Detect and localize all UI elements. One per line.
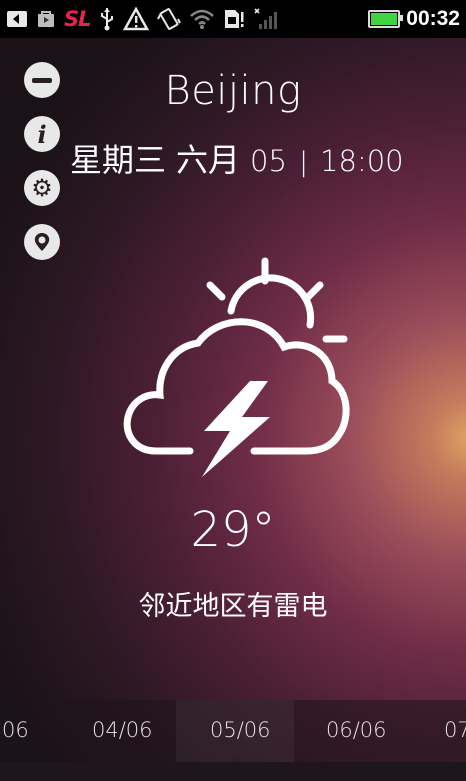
vibrate-icon xyxy=(156,0,181,38)
usb-back-icon xyxy=(6,0,28,38)
date-timeline[interactable]: 06 04/06 05/06 06/06 07 xyxy=(0,700,466,762)
usb-icon xyxy=(99,0,115,38)
time: 18:00 xyxy=(320,144,404,178)
shopping-bag-icon xyxy=(36,0,56,38)
timeline-date[interactable]: 07 xyxy=(444,718,466,742)
signal-icon xyxy=(253,0,279,38)
wifi-icon xyxy=(189,0,215,38)
city-name[interactable]: Beijing xyxy=(0,68,466,114)
sim-alert-icon xyxy=(223,0,245,38)
status-bar: SL 00:32 xyxy=(0,0,466,38)
info-icon[interactable]: i xyxy=(24,116,60,152)
month: 六月 xyxy=(176,141,241,179)
timeline-date[interactable]: 06 xyxy=(2,718,29,742)
thunderstorm-partly-sunny-icon xyxy=(123,257,350,477)
timeline-date[interactable]: 06/06 xyxy=(326,718,387,742)
weekday: 星期三 xyxy=(70,141,167,179)
date-time-line: 星期三 六月 05 | 18:00 xyxy=(70,135,404,181)
battery-fill xyxy=(371,13,398,25)
battery-icon xyxy=(368,10,404,28)
timeline-date[interactable]: 04/06 xyxy=(92,718,153,742)
warning-icon xyxy=(122,0,149,38)
location-icon[interactable] xyxy=(24,224,60,260)
temperature: 29° xyxy=(190,502,276,558)
bottom-strip xyxy=(0,762,466,781)
day-number: 05 xyxy=(250,144,287,178)
separator: | xyxy=(298,147,309,178)
settings-icon[interactable]: ⚙ xyxy=(24,170,60,206)
status-time: 00:32 xyxy=(406,7,460,30)
timeline-date-selected[interactable]: 05/06 xyxy=(210,718,271,742)
weather-description: 邻近地区有雷电 xyxy=(138,591,328,622)
sl-app-icon: SL xyxy=(64,7,91,31)
